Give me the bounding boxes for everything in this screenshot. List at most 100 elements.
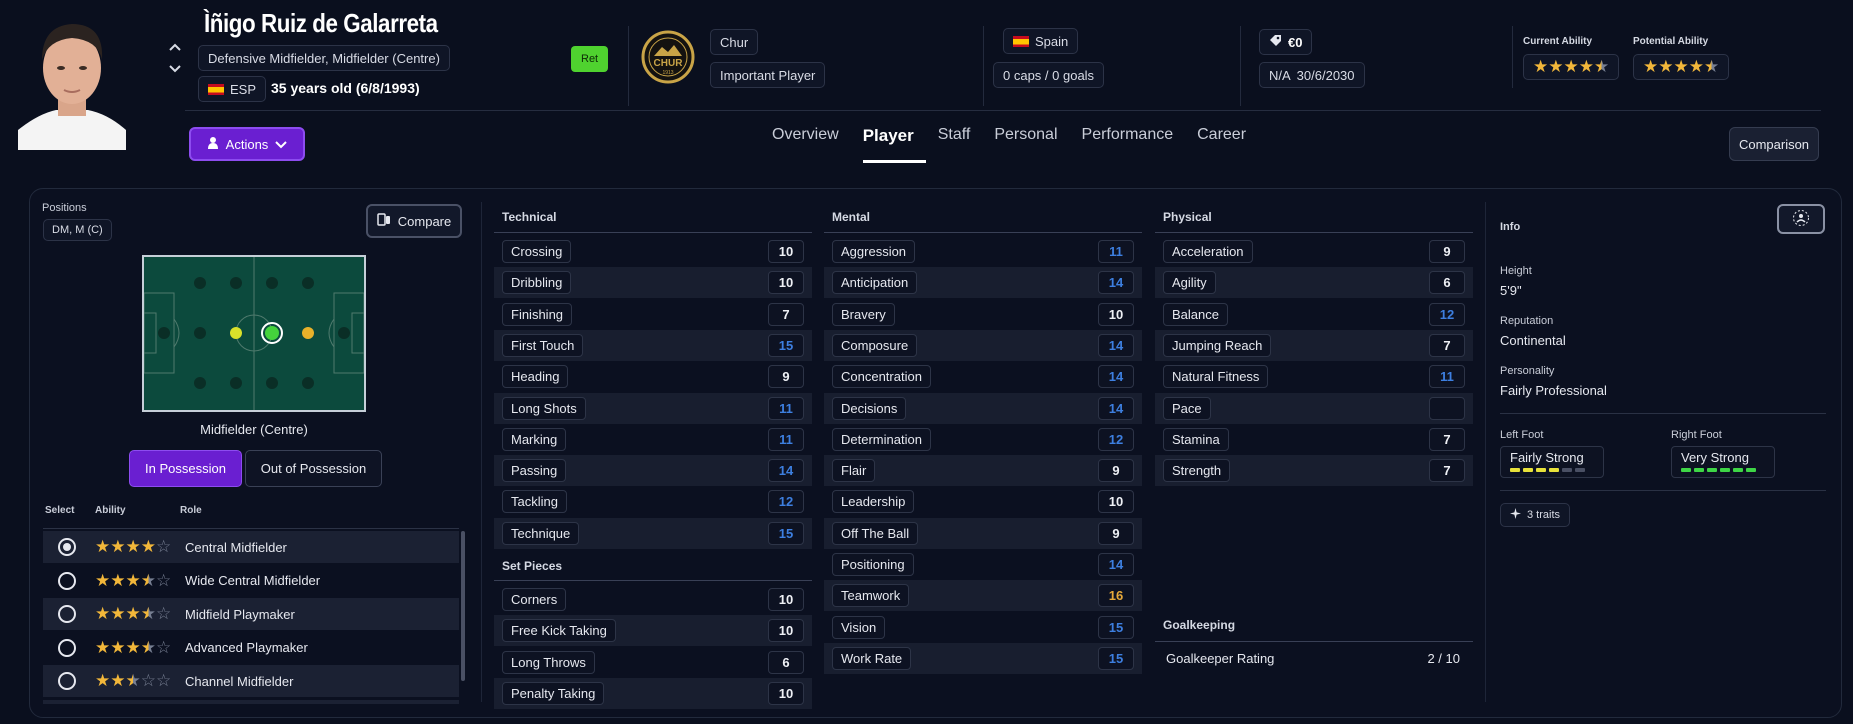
attribute-name: Positioning <box>832 553 914 576</box>
next-player-icon[interactable] <box>168 62 182 76</box>
tab-bar: Overview Player Staff Personal Performan… <box>760 120 1258 163</box>
attribute-row[interactable]: Passing 14 <box>494 455 812 487</box>
divider <box>481 202 482 702</box>
role-radio[interactable] <box>58 571 76 590</box>
attribute-row[interactable]: Teamwork 16 <box>824 580 1142 612</box>
role-ability-stars: ★★★☆☆ <box>95 671 172 690</box>
international-country[interactable]: Spain <box>1003 28 1079 54</box>
divider <box>1500 413 1826 414</box>
attribute-value: 14 <box>1098 396 1134 420</box>
attribute-value: 9 <box>1098 521 1134 545</box>
attribute-row[interactable]: Pace <box>1155 392 1473 424</box>
attribute-row[interactable]: Balance 12 <box>1155 299 1473 330</box>
role-row[interactable]: ★★★★☆ Midfield Playmaker <box>43 598 459 630</box>
attribute-row[interactable]: Corners 10 <box>494 584 812 615</box>
formation-view-button[interactable] <box>1777 204 1825 234</box>
attribute-row[interactable]: Natural Fitness 11 <box>1155 361 1473 392</box>
role-row[interactable]: ★★★★☆ Central Midfielder <box>43 531 459 563</box>
attribute-row[interactable]: Agility 6 <box>1155 267 1473 299</box>
attribute-row[interactable]: Determination 12 <box>824 424 1142 455</box>
right-foot-value: Very Strong <box>1681 450 1749 465</box>
attribute-row[interactable]: Positioning 14 <box>824 549 1142 580</box>
comparison-button[interactable]: Comparison <box>1729 127 1819 161</box>
role-ability-stars: ★★★★☆ <box>95 637 172 657</box>
attribute-name: Bravery <box>832 302 895 326</box>
player-value[interactable]: €0 <box>1259 29 1313 55</box>
attribute-row[interactable]: Tackling 12 <box>494 486 812 517</box>
role-radio[interactable] <box>58 638 76 657</box>
club-name[interactable]: Chur <box>710 29 759 55</box>
attribute-value: 16 <box>1098 584 1134 608</box>
attribute-value: 11 <box>1098 240 1134 263</box>
role-radio[interactable] <box>58 538 76 556</box>
attribute-row[interactable]: Vision 15 <box>824 612 1142 643</box>
role-ability-stars: ★★★★☆ <box>95 570 172 590</box>
attribute-name: Corners <box>502 588 567 611</box>
tab-career[interactable]: Career <box>1185 120 1258 160</box>
attribute-row[interactable]: Jumping Reach 7 <box>1155 329 1473 361</box>
compare-button[interactable]: Compare <box>366 204 462 238</box>
attribute-row[interactable]: Strength 7 <box>1155 455 1473 487</box>
attribute-row[interactable]: Concentration 14 <box>824 361 1142 392</box>
positions-label: Positions <box>42 202 87 214</box>
attribute-row[interactable]: Composure 14 <box>824 329 1142 361</box>
attribute-name: Jumping Reach <box>1163 333 1272 357</box>
attribute-name: Long Throws <box>502 650 595 674</box>
traits-button[interactable]: 3 traits <box>1500 503 1571 527</box>
tab-staff[interactable]: Staff <box>926 120 983 160</box>
attribute-row[interactable]: Off The Ball 9 <box>824 517 1142 549</box>
out-of-possession-toggle[interactable]: Out of Possession <box>245 450 382 487</box>
attribute-row[interactable]: Long Throws 6 <box>494 647 812 678</box>
attribute-row[interactable]: Stamina 7 <box>1155 424 1473 455</box>
attribute-row[interactable]: Finishing 7 <box>494 299 812 330</box>
nationality-badge[interactable]: ESP <box>198 76 267 102</box>
role-row[interactable]: ★★★★☆ Advanced Playmaker <box>43 632 459 664</box>
tab-personal[interactable]: Personal <box>982 120 1069 160</box>
attribute-row[interactable]: Leadership 10 <box>824 486 1142 517</box>
price-tag-icon <box>1269 34 1282 50</box>
attribute-row[interactable]: Free Kick Taking 10 <box>494 615 812 647</box>
role-radio[interactable] <box>58 672 76 690</box>
attribute-row[interactable]: Decisions 14 <box>824 392 1142 424</box>
person-icon <box>207 136 219 152</box>
in-possession-toggle[interactable]: In Possession <box>129 450 242 487</box>
attribute-row[interactable]: Penalty Taking 10 <box>494 677 812 709</box>
attribute-row[interactable]: Crossing 10 <box>494 236 812 267</box>
attribute-row[interactable]: Acceleration 9 <box>1155 236 1473 267</box>
attribute-row[interactable]: Heading 9 <box>494 361 812 392</box>
previous-player-icon[interactable] <box>168 40 182 54</box>
attribute-row[interactable]: Bravery 10 <box>824 299 1142 330</box>
role-row[interactable]: ★★★★☆ Wide Central Midfielder <box>43 565 459 597</box>
selected-position: Midfielder (Centre) <box>200 422 308 437</box>
attribute-row[interactable]: Work Rate 15 <box>824 642 1142 674</box>
select-column-header: Select <box>45 505 75 516</box>
attribute-row[interactable]: Flair 9 <box>824 455 1142 487</box>
position-pitch[interactable] <box>142 255 366 412</box>
attribute-row[interactable]: Long Shots 11 <box>494 392 812 424</box>
tab-overview[interactable]: Overview <box>760 120 851 160</box>
attribute-name: Agility <box>1163 271 1216 295</box>
attribute-row[interactable]: Marking 11 <box>494 424 812 455</box>
divider <box>1500 490 1826 491</box>
roles-scrollbar[interactable] <box>461 531 465 681</box>
potential-ability-label: Potential Ability <box>1633 36 1709 47</box>
attribute-value: 9 <box>1429 240 1465 263</box>
attribute-value: 7 <box>1429 459 1465 483</box>
role-radio[interactable] <box>58 605 76 623</box>
tab-performance[interactable]: Performance <box>1070 120 1186 160</box>
attribute-name: Marking <box>502 427 567 451</box>
attribute-row[interactable]: Anticipation 14 <box>824 267 1142 299</box>
tab-player[interactable]: Player <box>851 120 926 163</box>
club-badge-icon[interactable]: CHUR 1913 <box>641 30 695 84</box>
attribute-row[interactable]: First Touch 15 <box>494 329 812 361</box>
roles-list-bottom <box>43 700 459 704</box>
actions-button[interactable]: Actions <box>189 127 305 161</box>
role-row[interactable]: ★★★☆☆ Channel Midfielder <box>43 665 459 697</box>
attribute-row[interactable]: Dribbling 10 <box>494 267 812 299</box>
attribute-name: Anticipation <box>832 271 918 295</box>
attribute-name: Flair <box>832 459 876 483</box>
attribute-row[interactable]: Technique 15 <box>494 517 812 549</box>
role-name: Wide Central Midfielder <box>185 573 321 588</box>
positions-badge: DM, M (C) <box>43 219 112 241</box>
attribute-row[interactable]: Aggression 11 <box>824 236 1142 267</box>
